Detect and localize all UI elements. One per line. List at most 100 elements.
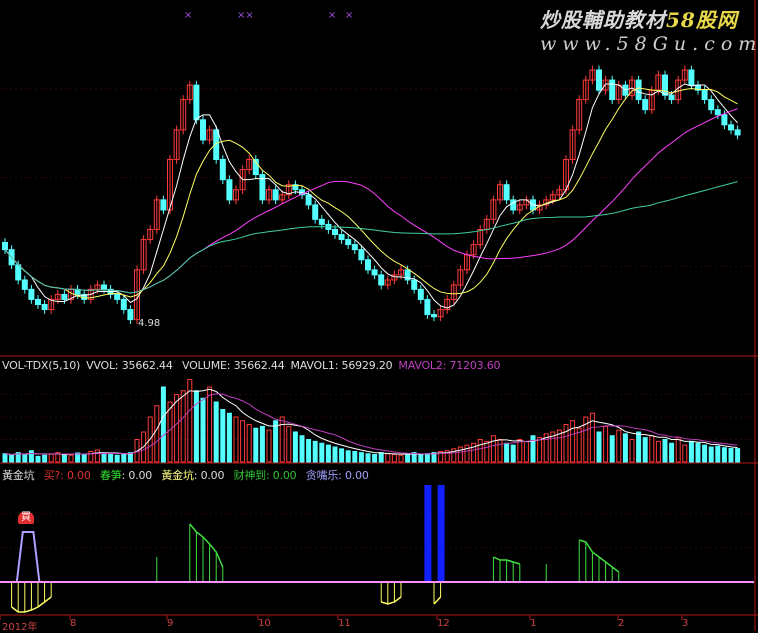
volume-value: VOLUME: 35662.44 <box>181 359 285 372</box>
candle-body <box>596 69 602 91</box>
volume-bar <box>418 454 424 463</box>
candle-body <box>312 204 319 220</box>
volume-bar <box>576 427 582 463</box>
volume-bar <box>292 431 298 463</box>
buy-label: 买? <box>43 469 61 482</box>
candle-body <box>226 179 233 201</box>
candle-body <box>721 114 728 126</box>
volume-bar <box>121 454 127 463</box>
candle-body <box>609 79 616 101</box>
candle-body <box>35 298 41 305</box>
volume-bar <box>596 431 602 463</box>
volume-bar <box>266 429 272 463</box>
buy-signal-shape <box>15 531 41 583</box>
volume-bar <box>570 420 576 463</box>
greed-value: : 0.00 <box>338 469 369 482</box>
volume-bar <box>306 439 312 463</box>
candle-body <box>318 218 325 225</box>
volume-bar <box>629 439 635 463</box>
volume-bar <box>259 425 265 463</box>
candle-body <box>734 129 741 136</box>
volume-bar <box>477 439 483 463</box>
low-price-label: 4.98 <box>138 318 161 329</box>
candle-body <box>510 199 517 211</box>
volume-bar <box>299 435 305 463</box>
candle-body <box>708 99 715 111</box>
wealth-signal-bar <box>424 485 432 582</box>
volume-bar <box>702 444 708 463</box>
indicator-name: 黃金坑 <box>2 469 35 482</box>
volume-bar <box>616 429 622 463</box>
candle-body <box>714 109 721 116</box>
volume-bar <box>682 444 688 463</box>
volume-bar <box>213 401 219 463</box>
candle-body <box>642 99 649 111</box>
volume-bar <box>160 386 166 463</box>
mavol1-value: MAVOL1: 56929.20 <box>290 359 393 372</box>
vvol-value: VVOL: 35662.44 <box>86 359 173 372</box>
candle-body <box>21 279 28 290</box>
volume-bar <box>240 420 246 463</box>
candle-body <box>371 269 378 276</box>
volume-bar <box>530 435 536 463</box>
price-marker: × <box>184 10 193 21</box>
volume-bar <box>708 446 714 463</box>
pit-signal-outline <box>433 596 442 605</box>
volume-bar <box>42 454 48 463</box>
volume-bar <box>563 424 569 463</box>
volume-bar <box>180 390 186 463</box>
pit-signal-outline <box>380 596 402 605</box>
volume-bar <box>735 448 741 463</box>
x-tick-label: 3 <box>682 618 689 629</box>
volume-bar <box>556 429 562 463</box>
volume-bar <box>108 453 114 463</box>
volume-bar <box>372 454 378 463</box>
candle-body <box>688 69 695 86</box>
volume-bar <box>193 390 199 463</box>
volume-bar <box>464 444 470 463</box>
candle-body <box>127 309 134 321</box>
volume-bar <box>200 397 206 463</box>
pit-label: 黃金坑 <box>161 469 194 482</box>
candle-body <box>728 124 734 131</box>
mavol2-value: MAVOL2: 71203.60 <box>398 359 501 372</box>
volume-bar <box>365 453 371 463</box>
buy-value: : 0.00 <box>60 469 91 482</box>
candle-body <box>219 158 226 181</box>
x-tick-label: 9 <box>167 618 174 629</box>
volume-bar <box>35 455 41 463</box>
volume-bar <box>22 454 28 463</box>
volume-bar <box>325 444 331 463</box>
candle-body <box>160 199 167 211</box>
spring-label: 春笋 <box>99 469 122 482</box>
wealth-label: 财神到 <box>233 469 267 482</box>
watermark-url: www.58Gu.com <box>540 33 758 55</box>
volume-bar <box>48 453 54 463</box>
volume-bar <box>391 454 397 463</box>
candle-body <box>193 84 200 121</box>
candle-body <box>424 298 431 316</box>
volume-bar <box>352 451 358 463</box>
volume-bar <box>339 448 345 463</box>
price-marker: ×× <box>237 10 254 21</box>
wealth-signal-bar <box>437 485 445 582</box>
candle-body <box>378 274 385 286</box>
watermark-title: 炒股輔助教材58股网 <box>540 8 738 32</box>
volume-bar <box>609 435 615 463</box>
volume-bar <box>68 454 74 463</box>
volume-bar <box>207 386 213 463</box>
volume-bar <box>61 454 67 463</box>
volume-bar <box>312 440 318 463</box>
spring-value: : 0.00 <box>121 469 153 482</box>
candle-body <box>668 94 675 101</box>
candle-body <box>332 228 338 236</box>
price-marker: × <box>328 10 337 21</box>
volume-bar <box>319 442 325 463</box>
candle-body <box>61 293 68 300</box>
volume-bar <box>378 452 384 463</box>
volume-bar <box>424 453 430 463</box>
volume-bar <box>728 448 734 463</box>
x-tick-label: 8 <box>70 618 77 629</box>
volume-bar <box>9 454 15 463</box>
volume-bar <box>253 427 259 463</box>
